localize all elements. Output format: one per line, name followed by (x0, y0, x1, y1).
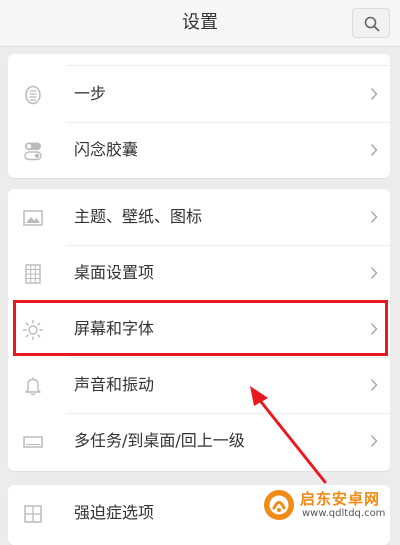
chevron-right-icon (370, 434, 378, 448)
watermark: 启东安卓网 www.qdltdq.com (262, 485, 392, 527)
chevron-right-icon (370, 143, 378, 157)
settings-item-multitask[interactable]: 多任务/到桌面/回上一级 (8, 413, 390, 469)
settings-item-desktop[interactable]: 桌面设置项 (8, 245, 390, 301)
settings-item-label: 闪念胶囊 (74, 140, 139, 159)
settings-item-label: 声音和振动 (74, 375, 155, 394)
grid-icon (25, 264, 41, 284)
chevron-right-icon (370, 266, 378, 280)
settings-group-1: 一步 闪念胶囊 (8, 54, 390, 178)
settings-item-flash-capsule[interactable]: 闪念胶囊 (8, 122, 390, 178)
rectangle-icon (23, 436, 43, 448)
search-button[interactable] (352, 8, 390, 38)
page-title: 设置 (182, 12, 218, 33)
chevron-right-icon (370, 322, 378, 336)
settings-item-label: 屏幕和字体 (74, 319, 155, 338)
settings-item-screen-font[interactable]: 屏幕和字体 (8, 301, 390, 357)
bell-icon (25, 377, 41, 396)
capsule-toggle-icon (24, 142, 42, 161)
chevron-right-icon (370, 87, 378, 101)
chevron-right-icon (370, 210, 378, 224)
grid-square-icon (24, 505, 42, 523)
settings-item-label: 一步 (74, 84, 107, 103)
chevron-right-icon (370, 378, 378, 392)
watermark-url: www.qdltdq.com (302, 508, 386, 519)
settings-item-label: 桌面设置项 (74, 263, 155, 282)
watermark-title: 启东安卓网 (300, 490, 381, 508)
settings-item-sound[interactable]: 声音和振动 (8, 357, 390, 413)
one-step-icon (25, 85, 41, 105)
settings-item-theme[interactable]: 主题、壁纸、图标 (8, 189, 390, 245)
top-bar: 设置 (0, 0, 400, 47)
brightness-icon (22, 319, 44, 341)
settings-item-label: 多任务/到桌面/回上一级 (74, 431, 245, 450)
settings-item-label: 主题、壁纸、图标 (74, 207, 203, 226)
settings-group-2: 主题、壁纸、图标 桌面设置项 屏幕和字体 声音和振动 多任务/到桌面/回上一级 (8, 189, 390, 471)
search-icon (364, 16, 380, 32)
image-icon (23, 210, 43, 226)
settings-item-one-step[interactable]: 一步 (8, 66, 390, 122)
settings-item-label: 强迫症选项 (74, 503, 155, 522)
watermark-logo-icon (264, 490, 294, 520)
